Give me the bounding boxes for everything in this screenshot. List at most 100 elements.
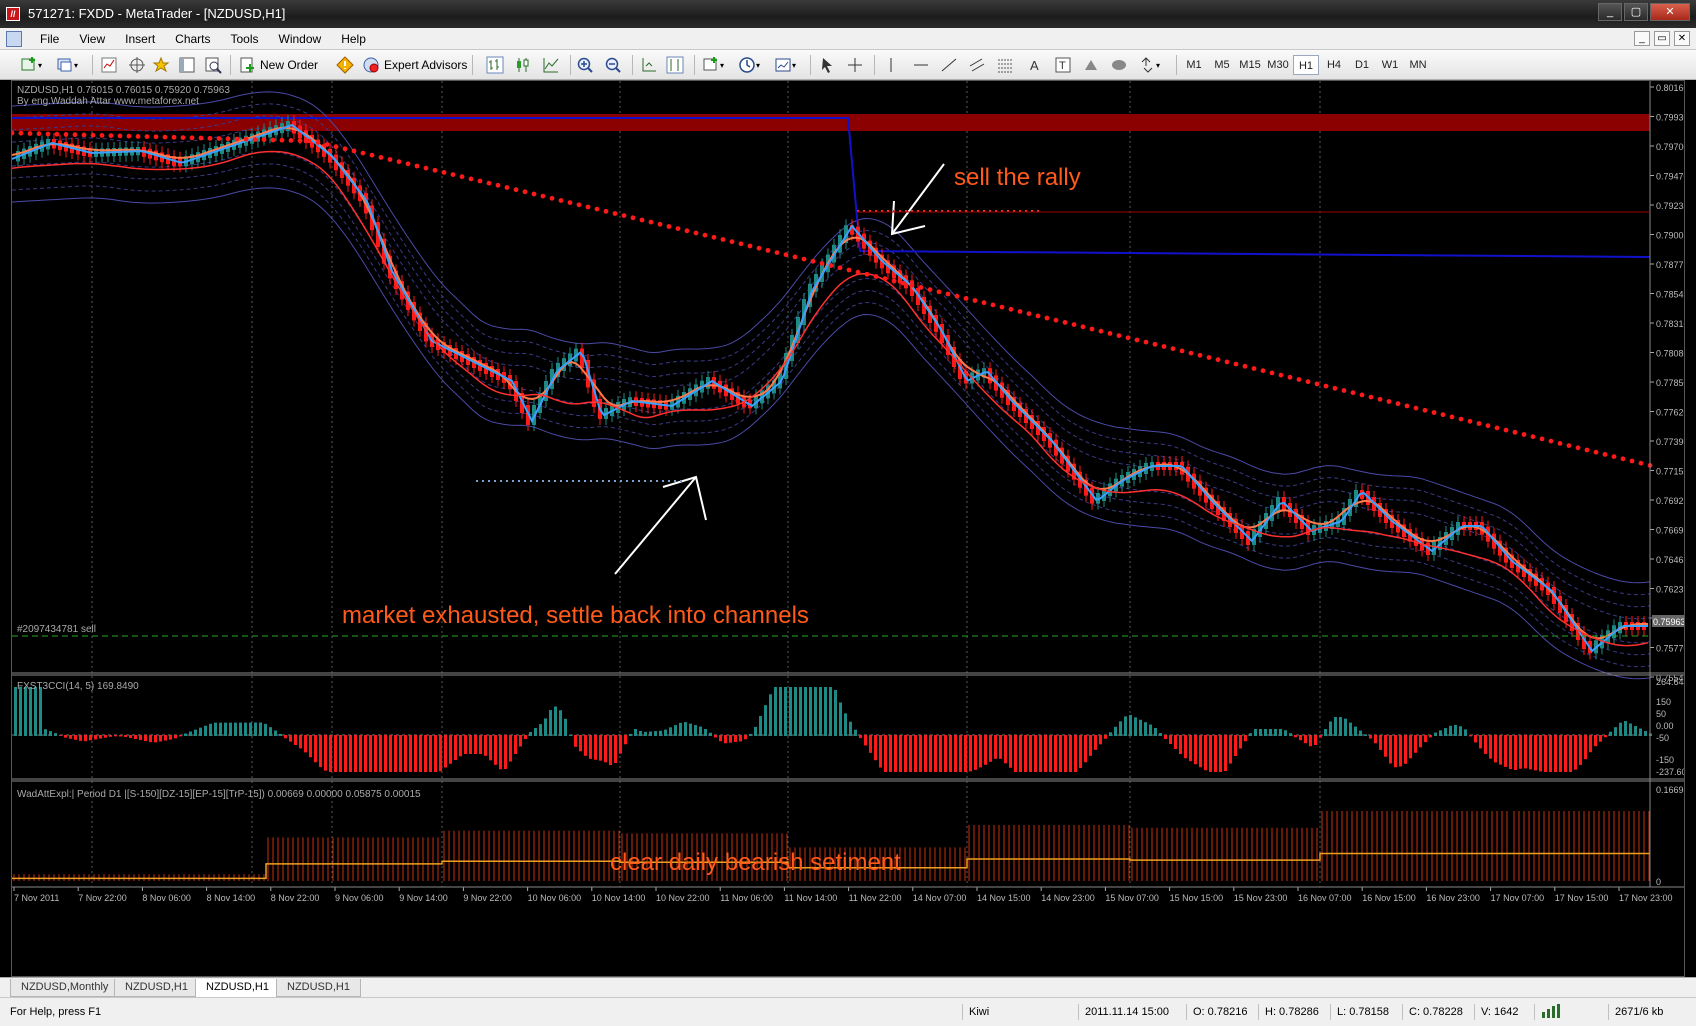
trendline-button[interactable] (940, 54, 958, 76)
ma-dot (756, 245, 762, 251)
cci-bar (254, 722, 257, 736)
ma-dot (1494, 425, 1500, 431)
terminal-button[interactable] (178, 54, 196, 76)
bar-chart-icon (486, 56, 504, 74)
cci-bar (39, 687, 42, 736)
ma-dot (1485, 423, 1491, 429)
zoom-in-button[interactable] (576, 54, 594, 76)
cci-bar (1254, 729, 1257, 736)
cursor-tool-button[interactable] (818, 54, 836, 76)
timeframe-d1[interactable]: D1 (1349, 55, 1375, 75)
cci-bar (1454, 725, 1457, 736)
time-label: 16 Nov 07:00 (1298, 893, 1352, 903)
strategy-tester-button[interactable] (204, 54, 222, 76)
ma-dot (621, 213, 627, 219)
maximize-button[interactable]: ▢ (1624, 3, 1648, 21)
timeframe-w1[interactable]: W1 (1377, 55, 1403, 75)
ellipse-button[interactable] (1110, 54, 1128, 76)
navigator-button[interactable] (152, 54, 170, 76)
menu-insert[interactable]: Insert (115, 31, 165, 47)
text-button[interactable]: A (1026, 54, 1044, 76)
candlestick-button[interactable] (514, 54, 532, 76)
chart-shift-button[interactable] (666, 54, 684, 76)
timeframe-m30[interactable]: M30 (1265, 55, 1291, 75)
triangle-button[interactable] (1082, 54, 1100, 76)
cci-bar (424, 735, 427, 772)
channel-button[interactable] (968, 54, 986, 76)
time-label: 8 Nov 14:00 (207, 893, 256, 903)
crosshair-tool-button[interactable] (846, 54, 864, 76)
timeframe-mn[interactable]: MN (1405, 55, 1431, 75)
cci-bar (339, 735, 342, 772)
mdi-minimize-button[interactable]: _ (1634, 31, 1650, 46)
cci-bar (1234, 735, 1237, 756)
zoom-out-button[interactable] (604, 54, 622, 76)
new-chart-button[interactable]: ▾ (20, 54, 42, 76)
timeframe-m15[interactable]: M15 (1237, 55, 1263, 75)
timeframe-m1[interactable]: M1 (1181, 55, 1207, 75)
new-order-button[interactable]: New Order (238, 54, 318, 76)
mdi-close-button[interactable]: ✕ (1674, 31, 1690, 46)
tab-nzdusd-h1-3[interactable]: NZDUSD,H1 (276, 979, 361, 997)
tab-nzdusd-h1-active[interactable]: NZDUSD,H1 (195, 979, 280, 998)
horizontal-line-button[interactable] (912, 54, 930, 76)
time-label: 11 Nov 14:00 (784, 893, 837, 903)
indicators-button[interactable]: ▾ (702, 54, 724, 76)
text-label-button[interactable]: T (1054, 54, 1072, 76)
line-chart-icon (543, 58, 559, 73)
tab-nzdusd-monthly[interactable]: NZDUSD,Monthly (10, 979, 120, 997)
cci-bar (1064, 735, 1067, 772)
cci-bar (814, 687, 817, 736)
menu-file[interactable]: File (30, 31, 69, 47)
price-label: 0.76465 (1656, 555, 1684, 565)
auto-scroll-button[interactable] (640, 54, 658, 76)
market-watch-button[interactable] (100, 54, 118, 76)
cci-bar (1129, 714, 1132, 736)
cci-bar (1639, 728, 1642, 736)
ma-dot (468, 176, 474, 182)
periods-button[interactable]: ▾ (738, 54, 760, 76)
ma-dot (711, 234, 717, 240)
menu-help[interactable]: Help (331, 31, 376, 47)
status-profile[interactable]: Kiwi (962, 1004, 1078, 1020)
templates-button[interactable]: ▾ (774, 54, 796, 76)
cci-bar (279, 733, 282, 736)
templates-icon (775, 58, 791, 72)
arrows-button[interactable]: ▾ (1138, 54, 1160, 76)
profiles-button[interactable]: ▾ (56, 54, 78, 76)
tab-nzdusd-h1-1[interactable]: NZDUSD,H1 (114, 979, 199, 997)
timeframe-h1[interactable]: H1 (1293, 55, 1319, 75)
chart-window-icon[interactable] (6, 31, 22, 47)
ma-dot (153, 134, 159, 140)
cci-bar (284, 735, 287, 739)
metaeditor-button[interactable] (336, 54, 354, 76)
cci-bar (159, 735, 162, 742)
minimize-button[interactable]: _ (1598, 3, 1622, 21)
cci-bar (219, 722, 222, 736)
cci-bar (1344, 718, 1347, 736)
cci-bar (1139, 719, 1142, 736)
bar-chart-button[interactable] (486, 54, 504, 76)
ma-dot (864, 271, 870, 277)
menu-tools[interactable]: Tools (221, 31, 269, 47)
mdi-restore-button[interactable]: ▭ (1654, 31, 1670, 46)
price-chart-canvas[interactable]: 0.80160 0.79930 0.79700 0.79470 0.79235 0.790… (12, 81, 1684, 976)
cci-bar (1464, 729, 1467, 736)
data-window-button[interactable] (128, 54, 146, 76)
fibonacci-button[interactable] (996, 54, 1014, 76)
cci-bar (74, 735, 77, 740)
cci-bar (589, 735, 592, 759)
menu-charts[interactable]: Charts (165, 31, 220, 47)
line-chart-button[interactable] (542, 54, 560, 76)
close-button[interactable]: ✕ (1650, 3, 1690, 21)
menu-window[interactable]: Window (269, 31, 332, 47)
menu-view[interactable]: View (69, 31, 115, 47)
cci-bar (99, 735, 102, 739)
ma-dot (279, 137, 285, 143)
vertical-line-button[interactable] (882, 54, 900, 76)
chart-window[interactable]: 0.80160 0.79930 0.79700 0.79470 0.79235 0.790… (11, 80, 1685, 977)
expert-advisors-button[interactable]: Expert Advisors (362, 54, 467, 76)
timeframe-h4[interactable]: H4 (1321, 55, 1347, 75)
timeframe-m5[interactable]: M5 (1209, 55, 1235, 75)
current-price-value: 0.75963 (1653, 617, 1684, 627)
